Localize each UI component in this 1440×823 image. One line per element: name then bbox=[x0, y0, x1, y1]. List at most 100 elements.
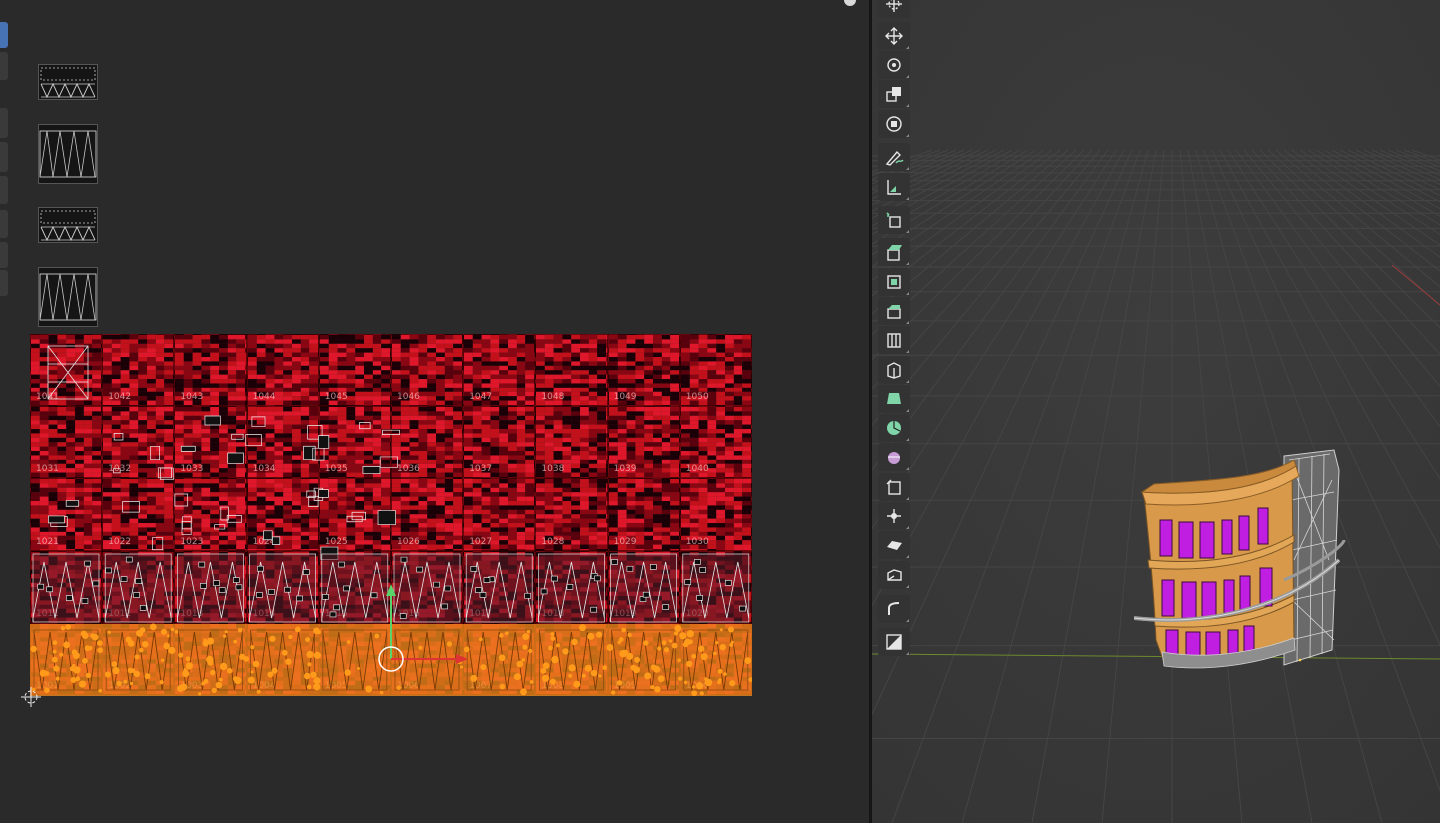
building-model[interactable] bbox=[1134, 440, 1354, 680]
selected-uv-vertex bbox=[226, 668, 233, 674]
selected-uv-vertex bbox=[463, 646, 470, 653]
uv-edge bbox=[113, 468, 121, 474]
selected-uv-vertex bbox=[619, 650, 627, 658]
selected-uv-vertex bbox=[673, 631, 679, 636]
move-tool-icon bbox=[885, 27, 903, 45]
spin-tool-button[interactable] bbox=[878, 414, 910, 442]
side-tab-strip[interactable] bbox=[0, 210, 8, 238]
selected-uv-vertex bbox=[719, 628, 723, 632]
side-tab-strip[interactable] bbox=[0, 270, 8, 296]
measure-tool-button[interactable] bbox=[878, 173, 910, 201]
poly-build-tool-button[interactable] bbox=[878, 385, 910, 413]
scale-tool-icon bbox=[886, 87, 901, 102]
selected-uv-vertex bbox=[699, 691, 704, 696]
selected-uv-vertex bbox=[310, 671, 317, 678]
add-cube-tool-button[interactable] bbox=[878, 206, 910, 234]
rotate-tool-button[interactable] bbox=[878, 51, 910, 79]
2d-cursor-icon[interactable] bbox=[20, 686, 42, 708]
selected-uv-vertex bbox=[170, 627, 175, 632]
selected-uv-vertex bbox=[185, 662, 193, 670]
side-tab-strip[interactable] bbox=[0, 142, 8, 172]
uv-edge bbox=[343, 585, 350, 592]
edge-crease-tool-button[interactable] bbox=[878, 595, 910, 623]
uv-edge bbox=[133, 592, 140, 598]
selected-uv-vertex bbox=[281, 649, 288, 656]
selected-uv-vertex bbox=[185, 656, 191, 662]
selected-uv-vertex bbox=[271, 667, 278, 674]
side-tab-strip[interactable] bbox=[0, 52, 8, 80]
uv-edge bbox=[444, 585, 452, 592]
uv-edge bbox=[333, 604, 340, 611]
spin-tool-icon bbox=[887, 421, 901, 435]
inset-faces-tool-button[interactable] bbox=[878, 268, 910, 296]
uv-edge bbox=[65, 500, 80, 507]
selected-uv-vertex bbox=[198, 692, 202, 696]
loop-cut-tool-button[interactable] bbox=[878, 326, 910, 354]
uv-island-thumbnail bbox=[38, 207, 98, 243]
selected-uv-vertex bbox=[294, 626, 301, 633]
knife-tool-button[interactable] bbox=[878, 356, 910, 384]
tool-variants-indicator bbox=[906, 104, 909, 107]
uv-edge bbox=[416, 566, 423, 573]
selected-uv-vertex bbox=[744, 657, 752, 664]
tool-variants-indicator bbox=[906, 167, 909, 170]
transform-tool-button[interactable] bbox=[878, 110, 910, 138]
uv-edge bbox=[433, 581, 441, 588]
selected-uv-vertex bbox=[357, 667, 361, 670]
uv-editor-area[interactable]: 1041 1042 1043 1044 1045 1046 1047 1048 1049 1050… bbox=[0, 0, 869, 823]
selected-uv-vertex bbox=[288, 634, 293, 640]
selected-uv-vertex bbox=[522, 644, 528, 650]
selected-uv-vertex bbox=[44, 687, 50, 693]
shrink-fatten-tool-button[interactable] bbox=[878, 502, 910, 530]
selected-uv-vertex bbox=[176, 685, 184, 692]
uv-edge bbox=[441, 603, 448, 610]
move-tool-button[interactable] bbox=[878, 22, 910, 50]
uv-edge bbox=[370, 592, 378, 599]
selected-uv-vertex bbox=[596, 631, 603, 638]
selected-uv-vertex bbox=[72, 652, 80, 660]
uv-wireframe bbox=[32, 345, 750, 623]
uv-edge bbox=[284, 586, 291, 593]
selected-uv-vertex bbox=[44, 671, 50, 676]
extrude-region-tool-button[interactable] bbox=[878, 238, 910, 266]
3d-viewport[interactable] bbox=[872, 0, 1440, 823]
uv-mesh-overlay[interactable] bbox=[30, 334, 752, 696]
side-tab-strip[interactable] bbox=[0, 242, 8, 268]
annotate-tool-button[interactable] bbox=[878, 143, 910, 171]
side-tab-strip[interactable] bbox=[0, 108, 8, 138]
scale-tool-button[interactable] bbox=[878, 80, 910, 108]
side-tab-strip[interactable] bbox=[0, 176, 8, 204]
selected-uv-vertex bbox=[550, 636, 556, 641]
selected-uv-vertex bbox=[112, 667, 120, 675]
selected-uv-vertex bbox=[256, 689, 261, 694]
scroll-handle[interactable] bbox=[844, 0, 856, 6]
selected-uv-vertex bbox=[686, 630, 694, 638]
shear-tool-button[interactable] bbox=[878, 531, 910, 559]
selected-uv-vertex bbox=[526, 629, 531, 634]
active-tab-strip[interactable] bbox=[0, 22, 8, 48]
uv-edge bbox=[81, 598, 89, 604]
edge-slide-tool-button[interactable] bbox=[878, 473, 910, 501]
tool-variants-indicator bbox=[906, 555, 909, 558]
uv-edge bbox=[233, 577, 240, 583]
uv-edge bbox=[65, 595, 73, 601]
rip-region-tool-button[interactable] bbox=[878, 561, 910, 589]
selected-uv-vertex bbox=[96, 640, 103, 646]
selected-uv-vertex bbox=[674, 624, 682, 632]
selected-uv-vertex bbox=[573, 680, 581, 688]
selected-uv-vertex bbox=[81, 632, 89, 639]
tool-variants-indicator bbox=[906, 46, 909, 49]
bevel-tool-button[interactable] bbox=[878, 297, 910, 325]
selected-uv-vertex bbox=[644, 672, 652, 680]
uv-sync-tool-button[interactable] bbox=[878, 628, 910, 656]
smooth-tool-icon bbox=[888, 452, 900, 464]
uv-edge bbox=[204, 415, 221, 426]
cursor-tool-button[interactable] bbox=[878, 0, 910, 18]
uv-edge bbox=[257, 565, 264, 572]
selected-uv-vertex bbox=[627, 632, 632, 638]
selected-uv-vertex bbox=[698, 645, 705, 652]
selected-uv-vertex bbox=[160, 658, 165, 662]
smooth-tool-button[interactable] bbox=[878, 443, 910, 471]
uv-edge bbox=[174, 493, 189, 507]
selected-uv-vertex bbox=[602, 665, 608, 671]
